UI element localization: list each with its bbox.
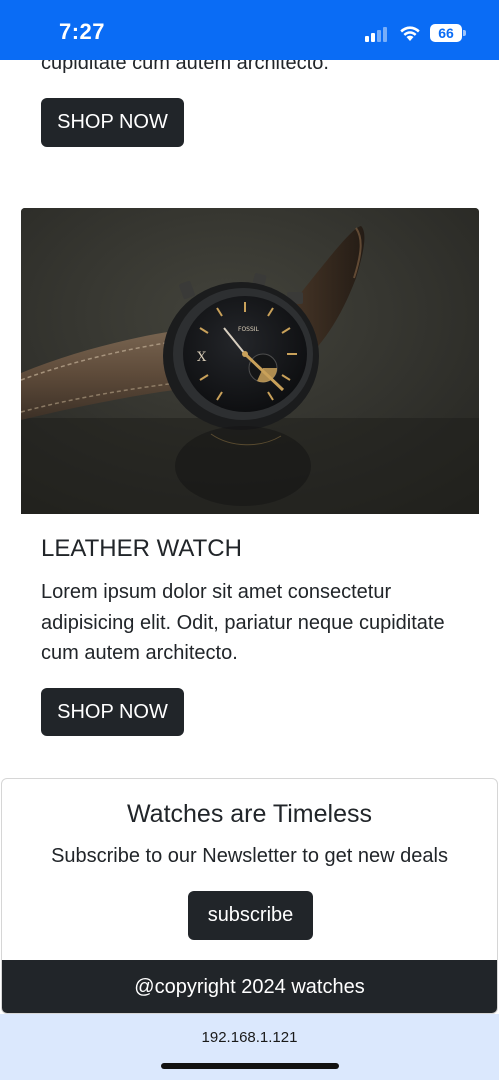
subscribe-button[interactable]: subscribe (188, 891, 313, 940)
shop-now-button[interactable]: SHOP NOW (41, 98, 184, 147)
url-text[interactable]: 192.168.1.121 (0, 1029, 499, 1046)
page-content: cupiditate cum autem architecto. SHOP NO… (0, 0, 499, 1014)
product-title: LEATHER WATCH (41, 535, 242, 562)
product-description: Lorem ipsum dolor sit amet consectetur a… (41, 581, 445, 664)
newsletter-section: Watches are Timeless Subscribe to our Ne… (1, 778, 498, 1014)
newsletter-text: Subscribe to our Newsletter to get new d… (51, 845, 448, 867)
battery-icon: 66 (430, 24, 466, 42)
svg-text:X: X (197, 350, 207, 365)
status-time: 7:27 (59, 19, 106, 44)
home-indicator[interactable] (161, 1063, 339, 1069)
footer: @copyright 2024 watches (2, 960, 497, 1013)
copyright-text: @copyright 2024 watches (134, 976, 365, 998)
newsletter-title: Watches are Timeless (127, 800, 372, 828)
status-bar: 7:27 66 (0, 0, 499, 60)
battery-level: 66 (438, 25, 454, 41)
leather-watch-image: X FOSSIL (21, 208, 479, 514)
cellular-signal-icon (365, 26, 391, 42)
shop-now-button[interactable]: SHOP NOW (41, 688, 184, 736)
svg-text:FOSSIL: FOSSIL (238, 326, 260, 333)
wifi-icon (398, 24, 422, 42)
browser-address-bar[interactable]: 192.168.1.121 (0, 1014, 499, 1080)
